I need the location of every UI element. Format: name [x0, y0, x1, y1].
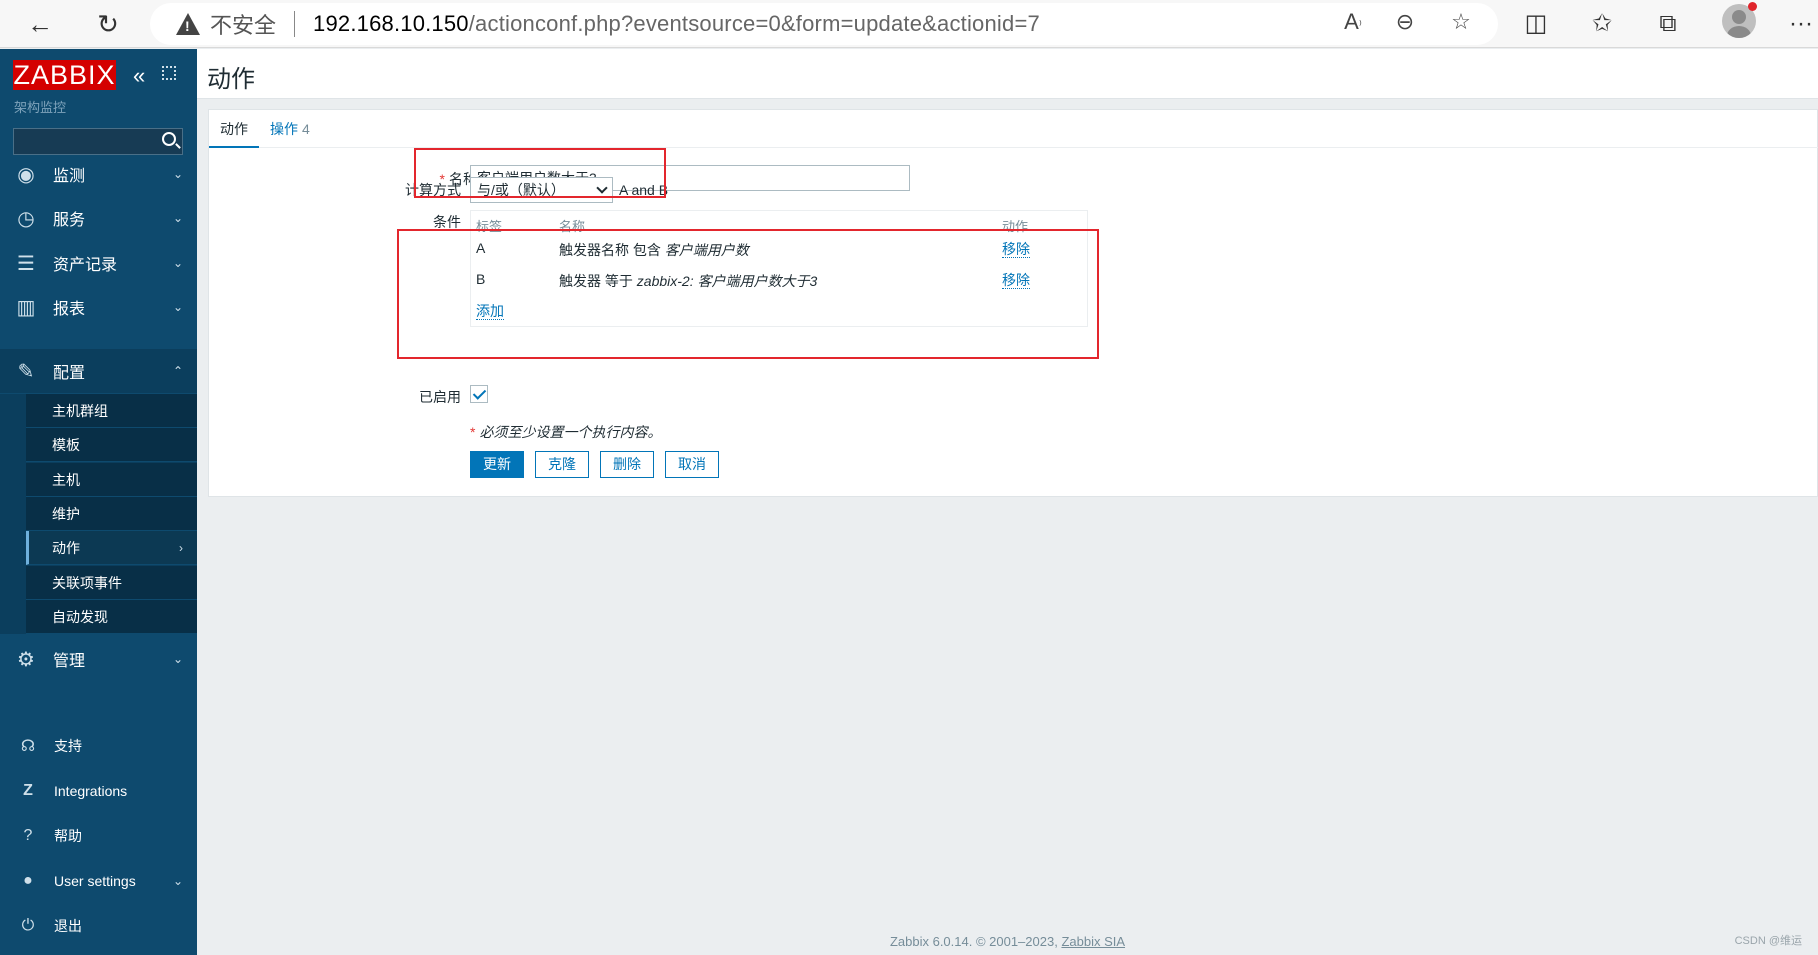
more-icon[interactable]: ··· [1784, 7, 1818, 41]
form-tabs: 动作 操作 4 [209, 110, 1818, 148]
menu-label: 支持 [54, 738, 82, 754]
menu-monitoring[interactable]: ◉ 监测 ⌄ [0, 152, 197, 196]
menu-sign-out[interactable]: ⏻ 退出 [0, 906, 197, 946]
page-title: 动作 [207, 66, 255, 93]
chart-icon: ▥ [16, 296, 36, 319]
url-path: /actionconf.php?eventsource=0&form=updat… [468, 11, 1040, 36]
highlight-name-box [414, 148, 666, 198]
collapse-sidebar-icon[interactable]: « [133, 63, 145, 89]
chevron-down-icon: ⌄ [172, 167, 183, 181]
watermark: CSDN @维运 [1734, 935, 1802, 947]
menu-label: 监测 [53, 168, 86, 185]
submenu-label: 动作 [52, 539, 80, 556]
sidebar: ZABBIX « 架构监控 ◉ 监测 ⌄ ◷ 服务 ⌄ ☰ 资产记录 ⌄ ▥ 报… [0, 49, 197, 955]
tab-label: 操作 [270, 121, 298, 137]
z-icon: Z [23, 782, 33, 799]
chevron-down-icon: ⌄ [172, 874, 183, 888]
tab-action[interactable]: 动作 [209, 110, 259, 148]
enabled-checkbox[interactable] [470, 385, 488, 403]
url-host: 192.168.10.150 [313, 11, 469, 36]
menu-label: Integrations [54, 783, 128, 799]
tab-operations[interactable]: 操作 4 [270, 110, 310, 148]
enabled-label: 已启用 [419, 389, 461, 405]
operations-count: 4 [302, 121, 310, 137]
menu-integrations[interactable]: Z Integrations [0, 771, 197, 811]
question-icon: ? [23, 827, 33, 844]
address-bar[interactable]: 不安全 192.168.10.150/actionconf.php?events… [150, 3, 1498, 45]
submenu-maintenance[interactable]: 维护 [26, 497, 197, 531]
gear-icon: ⚙ [17, 648, 35, 671]
menu-inventory[interactable]: ☰ 资产记录 ⌄ [0, 241, 197, 285]
menu-label: 退出 [54, 918, 82, 934]
submenu-actions[interactable]: 动作 › [26, 531, 197, 565]
eye-icon: ◉ [17, 163, 35, 186]
favorite-add-icon[interactable]: ☆ [1447, 9, 1475, 35]
menu-reports[interactable]: ▥ 报表 ⌄ [0, 285, 197, 329]
clock-icon: ◷ [17, 207, 35, 230]
update-button[interactable]: 更新 [470, 451, 524, 478]
warning-icon [176, 13, 200, 35]
notification-dot [1748, 2, 1757, 11]
delete-button[interactable]: 删除 [600, 451, 654, 478]
menu-configuration[interactable]: ✎ 配置 ⌃ [0, 349, 197, 393]
clone-button[interactable]: 克隆 [535, 451, 589, 478]
submenu-discovery[interactable]: 自动发现 [26, 600, 197, 634]
zoom-out-icon[interactable]: ⊖ [1391, 9, 1419, 35]
menu-help[interactable]: ? 帮助 [0, 816, 197, 856]
menu-label: 配置 [53, 365, 86, 382]
power-icon: ⏻ [21, 917, 35, 934]
submenu-host-groups[interactable]: 主机群组 [26, 394, 197, 428]
footer: Zabbix 6.0.14. © 2001–2023, Zabbix SIA [197, 934, 1818, 949]
address-divider [294, 11, 296, 37]
favorites-icon[interactable]: ✩ [1585, 7, 1619, 41]
menu-services[interactable]: ◷ 服务 ⌄ [0, 196, 197, 240]
server-name: 架构监控 [14, 100, 67, 115]
chevron-down-icon: ⌄ [172, 652, 183, 666]
submenu-hosts[interactable]: 主机 [26, 463, 197, 497]
submenu-templates[interactable]: 模板 [26, 428, 197, 462]
wrench-icon: ✎ [17, 360, 35, 383]
chevron-down-icon: ⌄ [172, 256, 183, 270]
chevron-down-icon: ⌄ [172, 300, 183, 314]
headset-icon: ☊ [20, 738, 36, 755]
kiosk-mode-icon[interactable] [162, 66, 176, 80]
configuration-submenu: 主机群组 模板 主机 维护 动作 › 关联项事件 自动发现 [0, 394, 197, 634]
required-note-text: 必须至少设置一个执行内容。 [479, 424, 662, 440]
menu-label: User settings [54, 873, 136, 889]
user-icon: ● [23, 872, 33, 889]
browser-toolbar: ← ↻ 不安全 192.168.10.150/actionconf.php?ev… [0, 0, 1818, 48]
chevron-right-icon: › [179, 540, 183, 555]
chevron-down-icon: ⌄ [172, 211, 183, 225]
menu-administration[interactable]: ⚙ 管理 ⌄ [0, 637, 197, 681]
chevron-up-icon: ⌃ [172, 364, 183, 378]
submenu-event-correlation[interactable]: 关联项事件 [26, 566, 197, 600]
list-icon: ☰ [17, 252, 35, 275]
menu-user-settings[interactable]: ● User settings ⌄ [0, 861, 197, 901]
url-text[interactable]: 192.168.10.150/actionconf.php?eventsourc… [313, 11, 1040, 37]
insecure-label: 不安全 [210, 13, 277, 38]
footer-text: Zabbix 6.0.14. © 2001–2023, [889, 934, 1062, 949]
read-aloud-icon[interactable]: A⁾ [1339, 9, 1367, 35]
menu-label: 服务 [53, 212, 86, 229]
split-screen-icon[interactable]: ◫ [1519, 7, 1553, 41]
reload-icon[interactable]: ↻ [90, 6, 126, 42]
back-icon[interactable]: ← [22, 6, 58, 42]
footer-link[interactable]: Zabbix SIA [1061, 934, 1125, 949]
menu-label: 管理 [53, 653, 86, 670]
page-header: 动作 [197, 49, 1818, 99]
required-note: * 必须至少设置一个执行内容。 [470, 422, 661, 442]
menu-support[interactable]: ☊ 支持 [0, 726, 197, 766]
cancel-button[interactable]: 取消 [665, 451, 719, 478]
search-icon[interactable] [162, 132, 176, 146]
menu-label: 帮助 [54, 828, 82, 844]
required-marker: * [470, 424, 476, 440]
sidebar-search-input[interactable] [13, 128, 183, 155]
menu-label: 报表 [53, 301, 86, 318]
collections-icon[interactable]: ⧉ [1651, 7, 1685, 41]
highlight-conditions-box [397, 229, 1099, 359]
menu-label: 资产记录 [53, 257, 118, 274]
zabbix-logo[interactable]: ZABBIX [13, 60, 116, 90]
